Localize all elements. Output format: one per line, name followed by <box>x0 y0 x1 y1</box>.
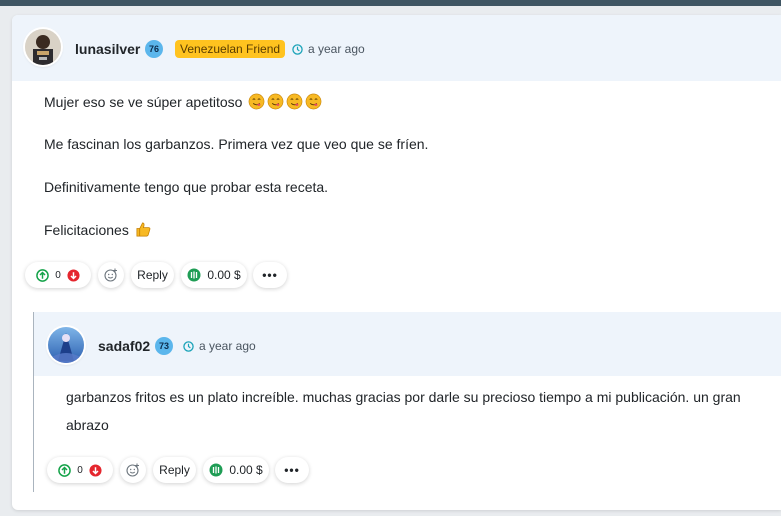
yum-emoji-icon <box>287 93 303 110</box>
vote-pill: 0 <box>25 262 91 288</box>
reputation-badge: 76 <box>145 40 163 58</box>
comment-paragraph: Felicitaciones <box>44 221 152 238</box>
reply-avatar[interactable] <box>48 327 84 363</box>
payout-amount: 0.00 $ <box>229 463 263 477</box>
downvote-icon[interactable] <box>89 463 102 477</box>
clock-icon <box>292 43 303 55</box>
vote-pill: 0 <box>47 457 113 483</box>
reply-username[interactable]: sadaf02 <box>98 338 150 354</box>
comment-paragraph: Mujer eso se ve súper apetitoso <box>44 93 322 110</box>
payout-button[interactable]: 0.00 $ <box>203 457 269 483</box>
username[interactable]: lunasilver <box>75 41 140 57</box>
payout-button[interactable]: 0.00 $ <box>181 262 247 288</box>
reply-reputation-badge: 73 <box>155 337 173 355</box>
timestamp[interactable]: a year ago <box>292 42 365 56</box>
add-reaction-icon <box>126 463 139 477</box>
more-options-button[interactable]: ••• <box>275 457 309 483</box>
thumbs-up-icon <box>136 222 151 237</box>
reply-text-line: abrazo <box>66 417 109 433</box>
timestamp-text: a year ago <box>308 42 365 56</box>
comment-paragraph: Definitivamente tengo que probar esta re… <box>44 179 329 195</box>
yum-emoji-icon <box>249 93 265 110</box>
payout-icon <box>209 463 223 477</box>
payout-amount: 0.00 $ <box>207 268 241 282</box>
upvote-icon[interactable] <box>58 463 72 477</box>
top-bar <box>0 0 781 6</box>
reply-button[interactable]: Reply <box>153 457 196 483</box>
timestamp-text: a year ago <box>199 339 256 353</box>
reaction-button[interactable] <box>120 457 146 483</box>
reply-timestamp[interactable]: a year ago <box>183 339 256 353</box>
comment-text: Mujer eso se ve súper apetitoso <box>44 94 243 110</box>
avatar[interactable] <box>25 29 61 65</box>
community-badge[interactable]: Venezuelan Friend <box>175 40 286 58</box>
reaction-button[interactable] <box>98 262 124 288</box>
clock-icon <box>183 340 194 352</box>
payout-icon <box>187 268 201 282</box>
add-reaction-icon <box>104 268 117 282</box>
more-options-button[interactable]: ••• <box>253 262 287 288</box>
comment-paragraph: Me fascinan los garbanzos. Primera vez q… <box>44 136 429 152</box>
vote-count: 0 <box>55 269 61 281</box>
yum-emoji-group <box>246 93 322 110</box>
yum-emoji-icon <box>306 93 322 110</box>
downvote-icon[interactable] <box>67 268 80 282</box>
reply-button[interactable]: Reply <box>131 262 174 288</box>
yum-emoji-icon <box>268 93 284 110</box>
comment-text: Felicitaciones <box>44 222 129 238</box>
reply-text-line: garbanzos fritos es un plato increíble. … <box>66 389 741 405</box>
upvote-icon[interactable] <box>36 268 50 282</box>
vote-count: 0 <box>77 464 83 476</box>
